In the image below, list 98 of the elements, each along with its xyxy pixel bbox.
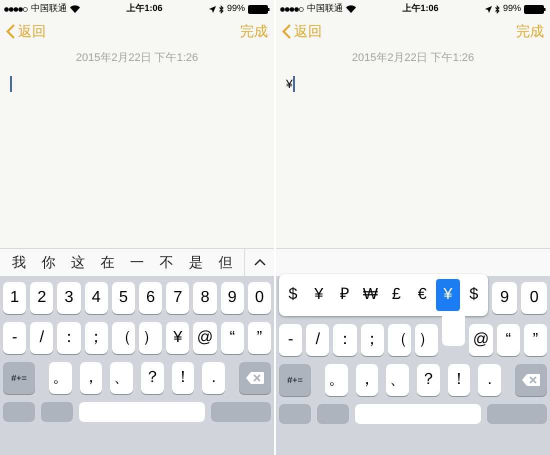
keyboard-key[interactable]: 8	[193, 282, 217, 314]
keyboard-key[interactable]: ？	[141, 362, 164, 394]
delete-key[interactable]	[515, 364, 548, 396]
bluetooth-icon	[218, 4, 224, 14]
chevron-up-icon	[254, 259, 266, 266]
keyboard-key[interactable]: 。	[325, 364, 348, 396]
keyboard-key[interactable]: ：	[57, 322, 81, 354]
keyboard-key[interactable]: 9	[492, 282, 518, 314]
currency-option[interactable]: £	[384, 279, 408, 312]
keyboard-key[interactable]: /	[30, 322, 54, 354]
keyboard-key[interactable]: 2	[30, 282, 54, 314]
keyboard-key[interactable]: 3	[57, 282, 81, 314]
keyboard-key[interactable]: 、	[386, 364, 410, 396]
currency-option[interactable]: ₩	[358, 279, 382, 312]
keyboard-key[interactable]: ¥	[166, 322, 190, 354]
keyboard-key[interactable]: -	[279, 324, 302, 356]
keyboard-key[interactable]	[279, 404, 311, 424]
delete-icon	[522, 374, 540, 386]
battery-percent: 99%	[226, 2, 245, 16]
keyboard-key[interactable]: ”	[248, 322, 272, 354]
candidate-word[interactable]: 不	[159, 252, 174, 274]
candidate-word[interactable]: 在	[100, 252, 114, 274]
battery-icon	[524, 4, 546, 14]
keyboard-key[interactable]: 4	[84, 282, 108, 314]
signal-icon	[280, 6, 304, 12]
keyboard-key[interactable]: @	[193, 322, 217, 354]
delete-key[interactable]	[239, 362, 272, 394]
keyboard-key[interactable]: ！	[448, 364, 470, 396]
keyboard-key[interactable]	[3, 402, 35, 422]
battery-percent: 99%	[502, 2, 521, 16]
currency-option[interactable]: ¥	[306, 279, 331, 312]
currency-option[interactable]: $	[462, 279, 486, 312]
signal-icon	[4, 6, 28, 12]
keyboard-key[interactable]: -	[3, 322, 26, 354]
keyboard-key[interactable]: 6	[139, 282, 162, 314]
keyboard-key[interactable]: 0	[521, 282, 547, 314]
carrier-name: 中国联通	[31, 2, 67, 16]
currency-option[interactable]: €	[410, 279, 434, 312]
keyboard-key[interactable]: ，	[80, 362, 102, 394]
text-cursor	[10, 76, 12, 92]
keyboard-key[interactable]	[79, 402, 205, 422]
keyboard-key[interactable]: （	[388, 324, 412, 356]
keyboard-key[interactable]	[317, 404, 349, 424]
keyboard-key[interactable]: 。	[49, 362, 72, 394]
delete-icon	[246, 372, 264, 384]
keyboard-key[interactable]	[41, 402, 73, 422]
keyboard-key[interactable]: （	[112, 322, 136, 354]
currency-option[interactable]: ¥	[436, 279, 460, 312]
keyboard-key[interactable]: “	[496, 324, 520, 356]
keyboard-key[interactable]: 1	[3, 282, 26, 314]
note-date: 2015年2月22日 下午1:26	[350, 51, 476, 66]
candidate-word[interactable]: 你	[41, 252, 56, 274]
status-time: 上午1:06	[402, 2, 438, 16]
symbols-key[interactable]: #+=	[279, 364, 311, 396]
wifi-icon	[70, 5, 80, 13]
keyboard-key[interactable]	[355, 404, 481, 424]
keyboard-key[interactable]: ）	[415, 324, 438, 356]
candidate-word[interactable]: 这	[70, 252, 85, 274]
candidate-word[interactable]: 我	[12, 252, 26, 274]
note-text: ¥	[286, 76, 293, 92]
keyboard-key[interactable]: .	[478, 364, 502, 396]
status-time: 上午1:06	[126, 2, 162, 16]
note-text-area[interactable]: ¥	[276, 66, 550, 248]
keyboard-key[interactable]: /	[306, 324, 330, 356]
keyboard-key[interactable]: ：	[333, 324, 357, 356]
location-icon	[484, 6, 492, 12]
chevron-left-icon	[282, 24, 291, 38]
keyboard-key[interactable]: @	[469, 324, 493, 356]
keyboard-key[interactable]: 0	[248, 282, 272, 314]
keyboard-key[interactable]: ）	[139, 322, 162, 354]
keyboard-key[interactable]	[211, 402, 271, 422]
keyboard-key[interactable]: ？	[417, 364, 440, 396]
note-date: 2015年2月22日 下午1:26	[74, 51, 200, 66]
candidate-word[interactable]: 一	[130, 252, 144, 274]
keyboard-key[interactable]: 9	[220, 282, 244, 314]
keyboard-key[interactable]: 、	[110, 362, 134, 394]
keyboard-key[interactable]: ！	[172, 362, 194, 394]
keyboard-key[interactable]: ，	[356, 364, 378, 396]
keyboard-key[interactable]: ”	[524, 324, 548, 356]
keyboard-key[interactable]: ；	[84, 322, 108, 354]
text-cursor	[292, 76, 295, 92]
keyboard-key[interactable]	[487, 404, 547, 424]
keyboard-key[interactable]: .	[202, 362, 226, 394]
currency-option[interactable]: ₽	[332, 279, 357, 312]
candidate-word[interactable]: 但	[218, 252, 232, 274]
keyboard-key[interactable]: 7	[166, 282, 190, 314]
keyboard-key[interactable]: ；	[360, 324, 384, 356]
currency-option[interactable]: $	[281, 279, 305, 312]
candidate-word[interactable]: 是	[188, 252, 203, 274]
keyboard-key[interactable]: 5	[112, 282, 136, 314]
location-icon	[208, 6, 216, 12]
wifi-icon	[346, 5, 356, 13]
carrier-name: 中国联通	[307, 2, 343, 16]
battery-icon	[248, 4, 270, 14]
keyboard-key[interactable]: “	[220, 322, 244, 354]
chevron-left-icon	[6, 24, 15, 38]
bluetooth-icon	[494, 4, 500, 14]
symbols-key[interactable]: #+=	[3, 362, 35, 394]
